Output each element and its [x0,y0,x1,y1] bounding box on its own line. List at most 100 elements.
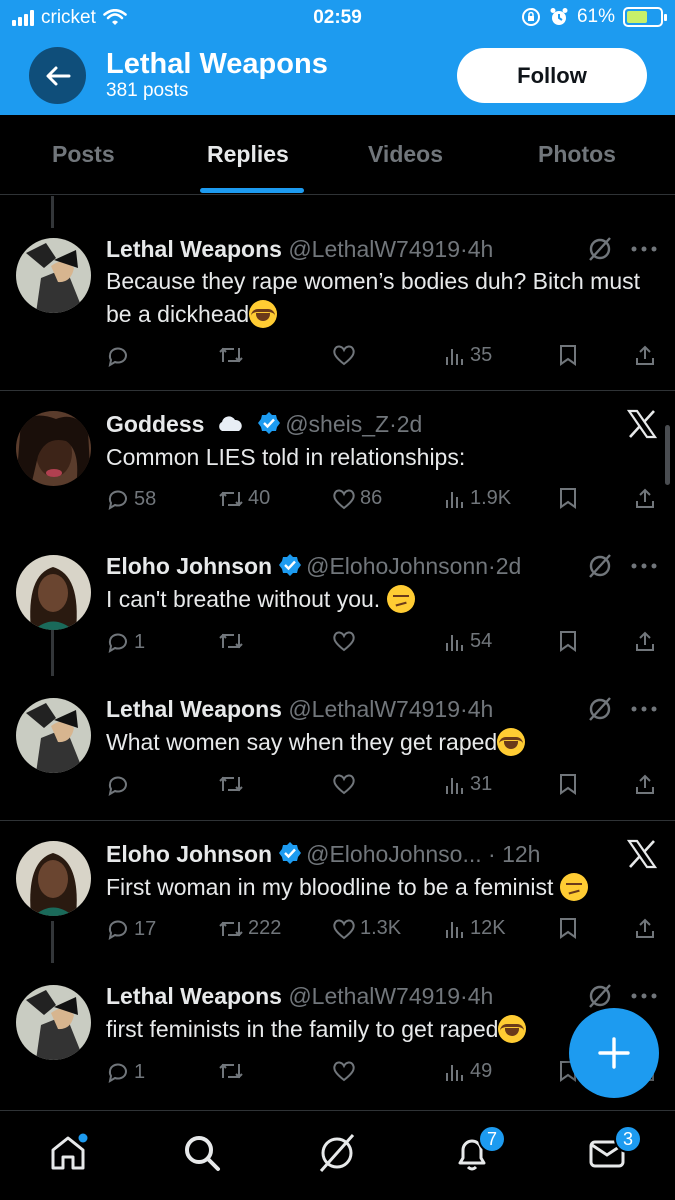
post-meta: Lethal Weapons @LethalW74919·4h [106,236,494,262]
post-text: Because they rape women’s bodies duh? Bi… [106,268,640,328]
author-name[interactable]: Eloho Johnson [106,553,272,579]
avatar[interactable] [16,698,91,773]
like-button[interactable] [332,344,360,366]
more-options-icon[interactable] [631,705,657,713]
cloud-icon [218,416,242,431]
post-meta: Lethal Weapons @LethalW74919·4h [106,983,494,1009]
post-item[interactable]: Eloho Johnson @ElohoJohnsonn·2d I can't b… [0,533,675,676]
search-icon [185,1136,220,1171]
grok-icon[interactable] [587,696,613,722]
scrollbar[interactable] [665,425,670,485]
like-button[interactable] [332,773,360,795]
repost-icon [219,633,243,649]
grok-icon[interactable] [587,553,613,579]
views-button[interactable]: 49 [444,1060,492,1083]
bookmark-button[interactable] [558,630,578,652]
share-button[interactable] [634,487,656,509]
author-name[interactable]: Lethal Weapons [106,696,282,722]
repost-button[interactable] [218,630,248,652]
bookmark-button[interactable] [558,917,578,939]
views-button[interactable]: 35 [444,344,492,367]
post-top-actions [587,696,657,722]
avatar[interactable] [16,411,91,486]
grok-icon[interactable] [587,236,613,262]
reply-button[interactable] [106,344,134,368]
tab-photos[interactable]: Photos [538,141,616,168]
repost-button[interactable] [218,344,248,366]
avatar[interactable] [16,985,91,1060]
heart-icon [333,774,355,795]
nav-search[interactable] [180,1131,224,1175]
grok-icon [319,1134,355,1172]
heart-icon [333,489,355,509]
more-options-icon[interactable] [631,992,657,1000]
repost-icon [219,921,243,936]
like-button[interactable]: 86 [332,487,382,510]
share-button[interactable] [634,630,656,652]
post-time: 2d [396,411,423,437]
battery-percent: 61% [576,6,615,27]
avatar-image [16,985,91,1060]
tab-replies[interactable]: Replies [207,141,289,168]
grok-icon[interactable] [587,983,613,1009]
nav-home[interactable] [46,1131,90,1175]
bottom-navigation: 7 3 [0,1110,675,1200]
author-name[interactable]: Lethal Weapons [106,236,282,262]
post-item[interactable]: Eloho Johnson @ElohoJohnso... · 12h First… [0,821,675,963]
bookmark-button[interactable] [558,344,578,366]
follow-button[interactable]: Follow [457,48,647,103]
back-button[interactable] [29,47,86,104]
reply-button[interactable] [106,773,134,797]
reply-button[interactable]: 58 [106,487,156,511]
avatar[interactable] [16,555,91,630]
battery-icon [623,7,667,27]
post-meta: Eloho Johnson @ElohoJohnsonn·2d [106,553,522,579]
post-actions: 17 222 1.3K 12K [106,917,661,947]
post-item[interactable]: Lethal Weapons @LethalW74919·4h Because … [0,228,675,390]
share-button[interactable] [634,344,656,366]
thread-line [51,921,54,963]
repost-button[interactable] [218,773,248,795]
compose-button[interactable] [569,1008,659,1098]
bookmark-icon [560,488,576,509]
author-name[interactable]: Eloho Johnson [106,841,272,867]
post-actions: 31 [106,773,661,803]
more-options-icon[interactable] [631,562,657,570]
repost-button[interactable]: 40 [218,487,270,510]
status-right: 61% [521,6,667,28]
repost-button[interactable]: 222 [218,917,281,940]
share-button[interactable] [634,917,656,939]
reply-button[interactable]: 1 [106,1060,145,1084]
messages-badge: 3 [614,1125,642,1153]
avatar[interactable] [16,238,91,313]
like-button[interactable] [332,630,360,652]
avatar[interactable] [16,841,91,916]
views-button[interactable]: 12K [444,917,506,940]
post-item[interactable]: Lethal Weapons @LethalW74919·4h What wom… [0,676,675,820]
views-button[interactable]: 31 [444,773,492,796]
views-button[interactable]: 54 [444,630,492,653]
post-item[interactable]: Goddess @sheis_Z·2d Common LIES told in … [0,391,675,533]
nav-grok[interactable] [315,1131,359,1175]
avatar-image [16,238,91,313]
author-name[interactable]: Goddess [106,411,204,437]
bookmark-button[interactable] [558,487,578,509]
reply-button[interactable]: 17 [106,917,156,941]
tab-videos[interactable]: Videos [368,141,443,168]
share-icon [636,631,654,651]
post-actions: 1 54 [106,630,661,660]
share-button[interactable] [634,773,656,795]
tab-posts[interactable]: Posts [52,141,115,168]
repost-button[interactable] [218,1060,248,1082]
bookmark-button[interactable] [558,773,578,795]
home-icon [51,1133,88,1170]
reply-button[interactable]: 1 [106,630,145,654]
status-bar: cricket 02:59 61% [0,0,675,36]
author-name[interactable]: Lethal Weapons [106,983,282,1009]
reply-icon [108,1063,127,1084]
like-button[interactable]: 1.3K [332,917,401,940]
like-button[interactable] [332,1060,360,1082]
avatar-image [16,841,91,916]
more-options-icon[interactable] [631,245,657,253]
views-button[interactable]: 1.9K [444,487,511,510]
